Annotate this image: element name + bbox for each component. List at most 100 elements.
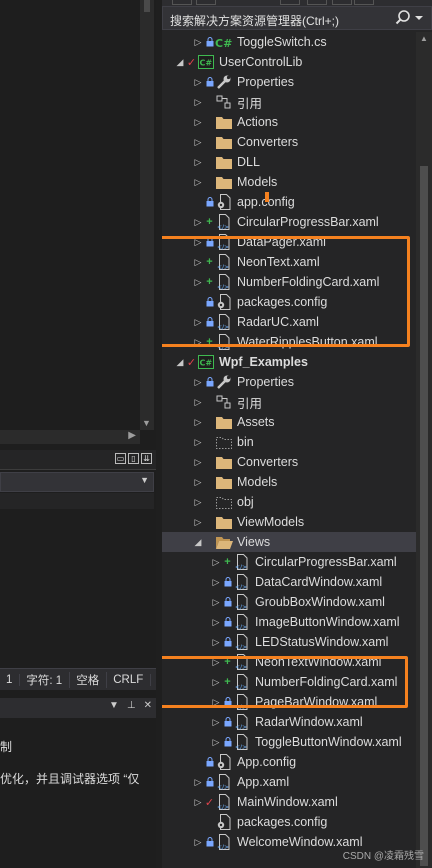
line-col-indicator[interactable]: 1 xyxy=(0,673,21,686)
tree-item[interactable]: App.config xyxy=(162,752,416,772)
tree-item[interactable]: ▷ DLL xyxy=(162,152,416,172)
tree-item[interactable]: ▷ 引用 xyxy=(162,92,416,112)
expanded-arrow-icon[interactable]: ◢ xyxy=(192,532,204,552)
tree-item[interactable]: ▷ C# ToggleSwitch.cs xyxy=(162,32,416,52)
tree-item[interactable]: ▷ Assets xyxy=(162,412,416,432)
collapsed-arrow-icon[interactable]: ▷ xyxy=(192,792,204,812)
collapsed-arrow-icon[interactable]: ▷ xyxy=(192,92,204,112)
scroll-up-arrow-icon[interactable]: ▲ xyxy=(420,34,428,43)
split-vertical-icon[interactable]: ▯ xyxy=(128,453,139,464)
editor-vertical-scrollbar[interactable]: ▼ xyxy=(140,0,154,430)
collapsed-arrow-icon[interactable]: ▷ xyxy=(210,632,222,652)
editor-horizontal-scrollbar[interactable]: ▶ xyxy=(0,430,140,444)
tree-item[interactable]: ▷ </> ImageButtonWindow.xaml xyxy=(162,612,416,632)
tree-item[interactable]: ▷ 引用 xyxy=(162,392,416,412)
char-indicator[interactable]: 字符: 1 xyxy=(20,671,71,688)
scroll-right-arrow-icon[interactable]: ▶ xyxy=(128,430,136,441)
tree-item[interactable]: ◢ ✓ C# Wpf_Examples xyxy=(162,352,416,372)
toolbar-button[interactable] xyxy=(196,0,216,5)
spaces-indicator[interactable]: 空格 xyxy=(70,671,108,688)
tree-item-label: Converters xyxy=(237,455,299,469)
tree-item[interactable]: ▷ + </> CircularProgressBar.xaml xyxy=(162,552,416,572)
tree-item[interactable]: ▷ </> GroubBoxWindow.xaml xyxy=(162,592,416,612)
collapsed-arrow-icon[interactable]: ▷ xyxy=(210,592,222,612)
collapsed-arrow-icon[interactable]: ▷ xyxy=(210,732,222,752)
eol-indicator[interactable]: CRLF xyxy=(107,673,152,686)
collapsed-arrow-icon[interactable]: ▷ xyxy=(210,572,222,592)
tree-item[interactable]: ▷ Properties xyxy=(162,72,416,92)
tree-item[interactable]: ▷ Models xyxy=(162,472,416,492)
collapsed-arrow-icon[interactable]: ▷ xyxy=(192,172,204,192)
expanded-arrow-icon[interactable]: ◢ xyxy=(174,352,186,372)
scroll-down-arrow-icon[interactable]: ▼ xyxy=(142,418,151,428)
collapsed-arrow-icon[interactable]: ▷ xyxy=(192,772,204,792)
tree-item[interactable]: ▷ </> DataCardWindow.xaml xyxy=(162,572,416,592)
tree-item[interactable]: app.config xyxy=(162,192,416,212)
tree-item[interactable]: ◢ Views xyxy=(162,532,416,552)
toolbar-button[interactable] xyxy=(354,0,374,5)
collapsed-arrow-icon[interactable]: ▷ xyxy=(192,132,204,152)
close-icon[interactable]: ✕ xyxy=(144,700,152,711)
collapsed-arrow-icon[interactable]: ▷ xyxy=(210,712,222,732)
toolbar-button[interactable] xyxy=(172,0,192,5)
collapsed-arrow-icon[interactable]: ▷ xyxy=(192,152,204,172)
search-options-button[interactable] xyxy=(395,8,427,28)
tree-item[interactable]: ▷ ViewModels xyxy=(162,512,416,532)
collapse-icon[interactable]: ⇊ xyxy=(141,453,152,464)
tree-item[interactable]: ◢ ✓ C# UserControlLib xyxy=(162,52,416,72)
svg-text:</>: </> xyxy=(217,804,229,810)
toolbar-button[interactable] xyxy=(307,0,327,5)
watermark: CSDN @凌霜残雪 xyxy=(342,851,424,862)
collapsed-arrow-icon[interactable]: ▷ xyxy=(192,72,204,92)
collapsed-arrow-icon[interactable]: ▷ xyxy=(192,832,204,852)
toolbar-button[interactable] xyxy=(332,0,352,5)
xaml-file-icon: </> xyxy=(233,632,251,652)
tree-item[interactable]: ▷ Converters xyxy=(162,452,416,472)
collapsed-arrow-icon[interactable]: ▷ xyxy=(210,612,222,632)
output-source-dropdown[interactable]: ▼ xyxy=(0,472,154,492)
plus-status-icon: + xyxy=(224,556,231,568)
collapsed-arrow-icon[interactable]: ▷ xyxy=(192,112,204,132)
collapsed-arrow-icon[interactable]: ▷ xyxy=(192,452,204,472)
tree-vertical-scrollbar[interactable]: ▲ xyxy=(416,32,432,868)
tree-item[interactable]: ▷ </> RadarWindow.xaml xyxy=(162,712,416,732)
scroll-thumb[interactable] xyxy=(144,0,150,12)
tree-item-label: ToggleSwitch.cs xyxy=(237,35,327,49)
tree-item[interactable]: ▷ </> App.xaml xyxy=(162,772,416,792)
split-horizontal-icon[interactable]: ▭ xyxy=(115,453,126,464)
toolbar-button[interactable] xyxy=(280,0,300,5)
output-content xyxy=(0,510,156,665)
tree-item[interactable]: ▷ </> LEDStatusWindow.xaml xyxy=(162,632,416,652)
collapsed-arrow-icon[interactable]: ▷ xyxy=(192,512,204,532)
tree-item-label: Views xyxy=(237,535,271,549)
collapsed-arrow-icon[interactable]: ▷ xyxy=(192,372,204,392)
dotted-folder-icon xyxy=(215,492,233,512)
collapsed-arrow-icon[interactable]: ▷ xyxy=(192,392,204,412)
collapsed-arrow-icon[interactable]: ▷ xyxy=(192,32,204,52)
tree-item[interactable]: ▷ Actions xyxy=(162,112,416,132)
tree-item[interactable]: ▷ + </> CircularProgressBar.xaml xyxy=(162,212,416,232)
tree-item-label: RadarWindow.xaml xyxy=(255,715,363,729)
tree-item[interactable]: ▷ bin xyxy=(162,432,416,452)
dropdown-icon[interactable]: ▼ xyxy=(109,700,119,711)
solution-search-box[interactable]: 搜索解决方案资源管理器(Ctrl+;) xyxy=(162,6,432,30)
tree-item[interactable]: ▷ ✓ </> MainWindow.xaml xyxy=(162,792,416,812)
collapsed-arrow-icon[interactable]: ▷ xyxy=(210,552,222,572)
collapsed-arrow-icon[interactable]: ▷ xyxy=(192,492,204,512)
lock-status-icon xyxy=(222,712,233,732)
collapsed-arrow-icon[interactable]: ▷ xyxy=(192,432,204,452)
expanded-arrow-icon[interactable]: ◢ xyxy=(174,52,186,72)
tree-item[interactable]: ▷ Converters xyxy=(162,132,416,152)
tree-item[interactable]: ▷ obj xyxy=(162,492,416,512)
pin-icon[interactable]: ⊥ xyxy=(127,700,136,711)
collapsed-arrow-icon[interactable]: ▷ xyxy=(192,472,204,492)
tree-item[interactable]: ▷ Models xyxy=(162,172,416,192)
tree-item[interactable]: ▷ </> ToggleButtonWindow.xaml xyxy=(162,732,416,752)
tree-item[interactable]: packages.config xyxy=(162,812,416,832)
collapsed-arrow-icon[interactable]: ▷ xyxy=(192,412,204,432)
collapsed-arrow-icon[interactable]: ▷ xyxy=(192,212,204,232)
status-spacer xyxy=(204,532,215,552)
tree-item[interactable]: ▷ Properties xyxy=(162,372,416,392)
scroll-thumb[interactable] xyxy=(420,166,428,866)
